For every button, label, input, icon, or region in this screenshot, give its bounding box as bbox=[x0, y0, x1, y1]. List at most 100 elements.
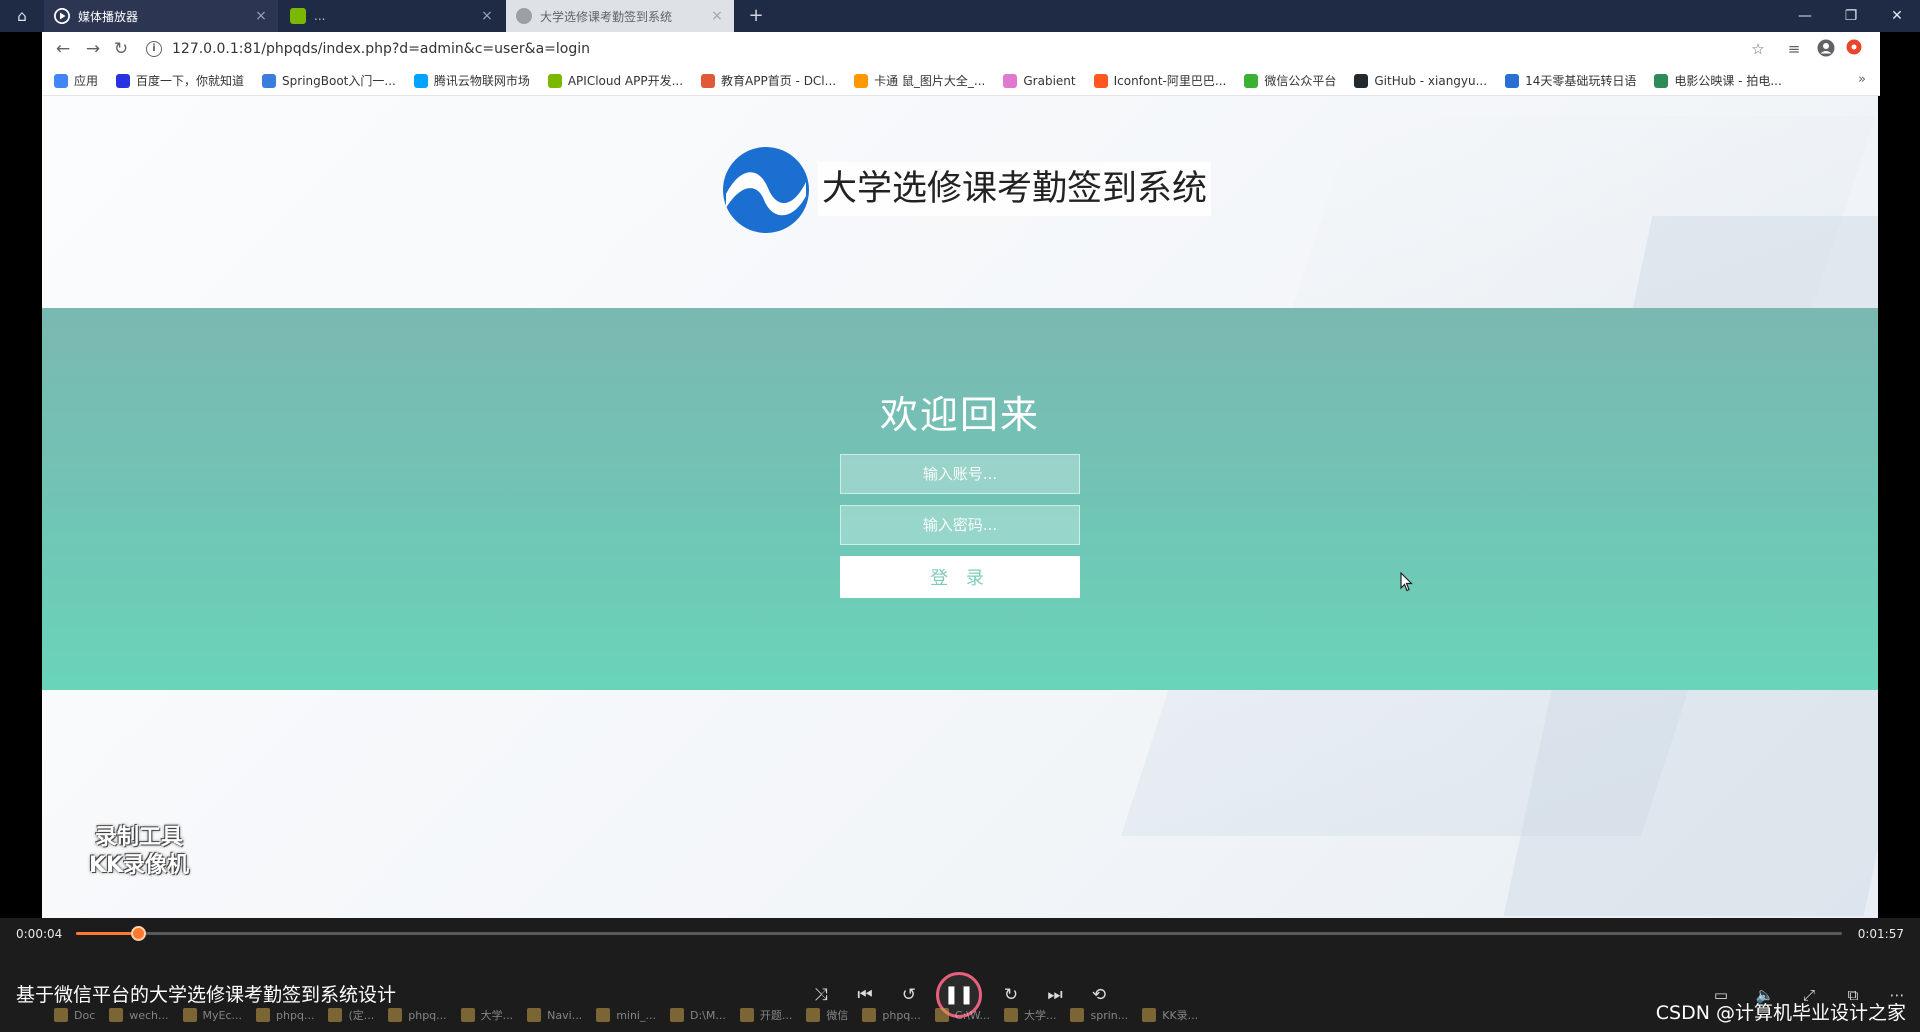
taskbar-label: Doc bbox=[74, 1008, 96, 1022]
minimize-button[interactable]: — bbox=[1782, 0, 1828, 32]
bookmark-item[interactable]: 百度一下，你就知道 bbox=[116, 72, 244, 89]
tab-second[interactable]: ... × bbox=[280, 0, 504, 32]
tab-label: 大学选修课考勤签到系统 bbox=[540, 9, 673, 24]
restore-button[interactable]: ❐ bbox=[1828, 0, 1874, 32]
taskbar-item[interactable]: (定... bbox=[328, 1007, 374, 1023]
reading-list-icon[interactable]: ≡ bbox=[1784, 39, 1804, 59]
taskbar-item[interactable]: phpq... bbox=[862, 1008, 921, 1022]
recorder-watermark: 录制工具 KK录像机 bbox=[72, 824, 206, 886]
seek-handle[interactable] bbox=[130, 926, 146, 941]
taskbar-item[interactable]: sprin... bbox=[1070, 1008, 1128, 1022]
login-banner: 欢迎回来 登 录 bbox=[42, 308, 1878, 690]
page-icon bbox=[290, 8, 306, 24]
page-content: 大学选修课考勤签到系统 欢迎回来 登 录 录制工具 KK录像机 bbox=[42, 96, 1878, 918]
home-icon[interactable]: ⌂ bbox=[10, 6, 34, 26]
taskbar-item[interactable]: D:\M... bbox=[669, 1008, 726, 1022]
taskbar: Doc wech... MyEc... phpq... (定... phpq... 大学..… bbox=[0, 998, 1920, 1032]
app-icon bbox=[669, 1008, 684, 1022]
taskbar-item[interactable]: C:\W... bbox=[934, 1008, 990, 1022]
taskbar-item[interactable]: KK录... bbox=[1142, 1007, 1198, 1023]
bookmark-item[interactable]: 电影公映课 - 拍电... bbox=[1654, 72, 1782, 89]
bookmark-label: 百度一下，你就知道 bbox=[136, 74, 245, 88]
forward-arrow-icon[interactable]: → bbox=[80, 37, 106, 61]
app-icon bbox=[527, 1008, 542, 1022]
app-icon bbox=[388, 1008, 403, 1022]
profile-icon[interactable] bbox=[1816, 39, 1836, 59]
taskbar-label: C:\W... bbox=[954, 1008, 990, 1022]
account-input[interactable] bbox=[840, 454, 1080, 494]
bookmark-label: SpringBoot入门一... bbox=[282, 74, 396, 88]
address-bar[interactable]: i 127.0.0.1:81/phpqds/index.php?d=admin&… bbox=[146, 37, 1816, 61]
taskbar-item[interactable]: 开题... bbox=[739, 1007, 792, 1023]
more-bookmarks-icon[interactable]: » bbox=[1858, 72, 1866, 87]
bookmark-item[interactable]: 微信公众平台 bbox=[1244, 72, 1336, 89]
tab-attendance-system[interactable]: 大学选修课考勤签到系统 × bbox=[506, 0, 734, 32]
info-icon[interactable]: i bbox=[146, 41, 162, 57]
close-icon[interactable]: × bbox=[480, 8, 494, 24]
bookmark-item[interactable]: 卡通 鼠_图片大全_... bbox=[854, 72, 985, 89]
globe-icon bbox=[516, 8, 532, 24]
taskbar-item[interactable]: 大学... bbox=[1003, 1007, 1056, 1023]
app-icon bbox=[460, 1008, 475, 1022]
login-button[interactable]: 登 录 bbox=[840, 556, 1080, 598]
current-time: 0:00:04 bbox=[16, 927, 63, 941]
taskbar-label: KK录... bbox=[1162, 1009, 1199, 1022]
taskbar-item[interactable]: MyEc... bbox=[182, 1008, 242, 1022]
wave-logo-icon bbox=[723, 147, 809, 233]
bookmark-favicon-icon bbox=[1093, 73, 1108, 88]
bookmark-item[interactable]: 教育APP首页 - DCl... bbox=[701, 72, 836, 89]
app-icon bbox=[1003, 1008, 1018, 1022]
app-icon bbox=[182, 1008, 197, 1022]
bookmark-favicon-icon bbox=[547, 73, 562, 88]
bookmark-item[interactable]: Iconfont-阿里巴巴... bbox=[1093, 72, 1227, 89]
tab-media-player[interactable]: 媒体播放器 × bbox=[44, 0, 278, 32]
star-icon[interactable]: ☆ bbox=[1748, 39, 1768, 59]
close-window-button[interactable]: ✕ bbox=[1874, 0, 1920, 32]
address-text: 127.0.0.1:81/phpqds/index.php?d=admin&c=… bbox=[172, 41, 590, 57]
extension-icon[interactable] bbox=[1844, 39, 1864, 59]
close-icon[interactable]: × bbox=[710, 8, 724, 24]
bookmark-item[interactable]: 腾讯云物联网市场 bbox=[413, 72, 530, 89]
seek-bar[interactable] bbox=[76, 926, 1842, 941]
close-icon[interactable]: × bbox=[254, 8, 268, 24]
bookmark-label: 微信公众平台 bbox=[1264, 74, 1337, 88]
bookmark-item[interactable]: SpringBoot入门一... bbox=[262, 72, 396, 89]
taskbar-item[interactable]: Doc bbox=[54, 1008, 95, 1022]
new-tab-button[interactable]: + bbox=[744, 4, 768, 28]
back-arrow-icon[interactable]: ← bbox=[50, 37, 76, 61]
app-icon bbox=[1142, 1008, 1157, 1022]
watermark-line-1: 录制工具 bbox=[94, 825, 183, 850]
taskbar-label: wech... bbox=[129, 1008, 169, 1022]
bookmark-favicon-icon bbox=[1244, 73, 1259, 88]
bookmark-item[interactable]: GitHub - xiangyu... bbox=[1354, 73, 1487, 88]
bookmark-item[interactable]: 应用 bbox=[54, 72, 98, 89]
reload-icon[interactable]: ↻ bbox=[108, 37, 134, 61]
apps-grid-icon bbox=[54, 73, 68, 88]
watermark-line-2: KK录像机 bbox=[88, 853, 190, 878]
taskbar-label: phpq... bbox=[276, 1008, 315, 1022]
tab-label: ... bbox=[314, 9, 326, 23]
csdn-watermark: CSDN @计算机毕业设计之家 bbox=[1655, 1002, 1906, 1024]
password-input[interactable] bbox=[840, 505, 1080, 545]
bookmark-favicon-icon bbox=[116, 73, 131, 88]
bookmark-item[interactable]: APICloud APP开发... bbox=[547, 72, 683, 89]
bookmark-label: 腾讯云物联网市场 bbox=[433, 74, 530, 88]
app-icon bbox=[739, 1008, 754, 1022]
bookmark-label: Iconfont-阿里巴巴... bbox=[1113, 74, 1227, 88]
taskbar-item[interactable]: mini_... bbox=[596, 1008, 656, 1022]
taskbar-item[interactable]: Navi... bbox=[527, 1008, 582, 1022]
bookmark-favicon-icon bbox=[413, 73, 428, 88]
taskbar-item[interactable]: 微信 bbox=[806, 1007, 848, 1023]
bookmark-item[interactable]: 14天零基础玩转日语 bbox=[1505, 72, 1636, 89]
app-icon bbox=[328, 1008, 343, 1022]
app-icon bbox=[862, 1008, 877, 1022]
app-icon bbox=[54, 1008, 68, 1022]
taskbar-label: phpq... bbox=[882, 1008, 921, 1022]
bookmark-favicon-icon bbox=[1354, 73, 1369, 88]
app-icon bbox=[1070, 1008, 1085, 1022]
taskbar-item[interactable]: phpq... bbox=[388, 1008, 447, 1022]
taskbar-item[interactable]: wech... bbox=[109, 1008, 169, 1022]
taskbar-item[interactable]: phpq... bbox=[256, 1008, 314, 1022]
taskbar-item[interactable]: 大学... bbox=[460, 1007, 513, 1023]
bookmark-item[interactable]: Grabient bbox=[1003, 73, 1076, 88]
